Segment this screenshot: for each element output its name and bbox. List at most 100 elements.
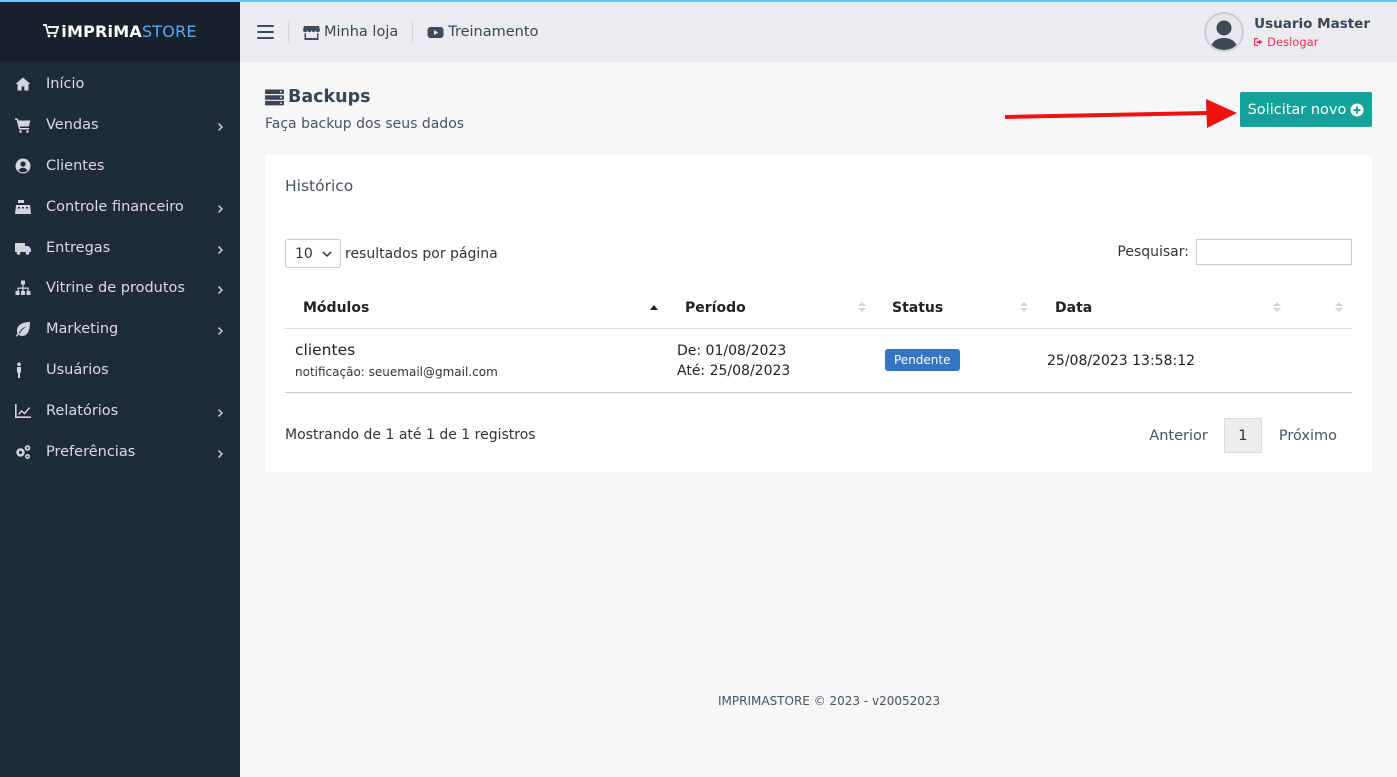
table-row: clientes notificação: seuemail@gmail.com…: [285, 329, 1352, 393]
logo-text-strong: iMPRiMA: [61, 21, 142, 41]
page-length-value: 10: [295, 245, 313, 262]
col-data[interactable]: Data: [1055, 300, 1092, 316]
cart-icon: [15, 117, 35, 133]
page-subtitle: Faça backup dos seus dados: [265, 116, 465, 132]
sidebar-item-controle-financeiro[interactable]: Controle financeiro: [0, 186, 240, 227]
cogs-icon: [15, 444, 35, 460]
top-bar: Minha loja Treinamento Usuario Master De…: [240, 2, 1397, 62]
cell-date: 25/08/2023 13:58:12: [1047, 353, 1196, 369]
pagination-prev[interactable]: Anterior: [1133, 418, 1224, 453]
divider: [288, 22, 289, 42]
minha-loja-label: Minha loja: [324, 24, 399, 40]
line-chart-icon: [15, 403, 35, 419]
module-name: clientes: [295, 341, 356, 359]
logout-label: Deslogar: [1267, 34, 1319, 49]
cell-module: clientes notificação: seuemail@gmail.com: [295, 341, 498, 379]
page-length-select[interactable]: 10: [285, 239, 341, 268]
solicitar-novo-button[interactable]: Solicitar novo: [1240, 92, 1372, 127]
module-note: notificação: seuemail@gmail.com: [295, 365, 498, 379]
search-input[interactable]: [1196, 239, 1352, 265]
logo-text-light: STORE: [141, 21, 197, 41]
sidebar-item-usuarios[interactable]: Usuários: [0, 350, 240, 391]
pagination: Anterior 1 Próximo: [1133, 418, 1352, 453]
sidebar-item-label: Marketing: [46, 321, 119, 338]
status-badge: Pendente: [885, 349, 960, 371]
footer-text: IMPRIMASTORE © 2023 - v20052023: [718, 694, 941, 708]
cell-period: De: 01/08/2023 Até: 25/08/2023: [677, 341, 790, 381]
leaf-icon: [15, 321, 35, 337]
pagination-page-1[interactable]: 1: [1223, 418, 1262, 453]
sidebar-item-relatorios[interactable]: Relatórios: [0, 390, 240, 431]
minha-loja-link[interactable]: Minha loja: [303, 24, 398, 40]
truck-icon: [15, 240, 35, 256]
server-icon: [265, 89, 284, 105]
sidebar: iMPRiMASTORE Início Vendas Clientes Cont…: [0, 0, 240, 777]
sidebar-item-label: Entregas: [46, 239, 111, 256]
col-modulos[interactable]: Módulos: [303, 300, 369, 316]
divider: [412, 22, 414, 42]
chevron-right-icon: [216, 120, 226, 132]
sidebar-item-preferencias[interactable]: Preferências: [0, 431, 240, 472]
logo[interactable]: iMPRiMASTORE: [0, 0, 240, 62]
card-title: Histórico: [285, 177, 354, 195]
period-to: Até: 25/08/2023: [677, 363, 791, 379]
sort-icon[interactable]: [1020, 301, 1028, 313]
chevron-right-icon: [216, 283, 226, 295]
top-accent-line: [0, 0, 1397, 2]
chevron-right-icon: [216, 243, 226, 254]
sidebar-item-vendas[interactable]: Vendas: [0, 105, 240, 146]
logout-link[interactable]: Deslogar: [1254, 35, 1370, 49]
sort-icon[interactable]: [858, 301, 866, 313]
treinamento-link[interactable]: Treinamento: [427, 24, 538, 40]
solicitar-novo-label: Solicitar novo: [1247, 101, 1347, 118]
avatar: [1204, 12, 1245, 52]
history-table: Módulos Período Status Data clientes not…: [285, 291, 1352, 393]
sidebar-item-label: Clientes: [46, 157, 105, 174]
sort-asc-icon[interactable]: [650, 301, 658, 313]
sidebar-item-vitrine-de-produtos[interactable]: Vitrine de produtos: [0, 268, 240, 309]
page-length-suffix: resultados por página: [345, 245, 498, 262]
sitemap-icon: [15, 280, 35, 296]
sort-icon[interactable]: [1335, 301, 1343, 313]
user-name: Usuario Master: [1254, 15, 1370, 32]
col-status[interactable]: Status: [892, 300, 943, 316]
person-icon: [15, 362, 35, 378]
user-menu[interactable]: Usuario Master Deslogar: [1204, 12, 1370, 52]
user-circle-icon: [15, 158, 35, 174]
pagination-next[interactable]: Próximo: [1262, 418, 1352, 453]
cart-logo-icon: [43, 24, 60, 38]
cash-register-icon: [15, 199, 35, 215]
chevron-right-icon: [216, 324, 226, 336]
col-periodo[interactable]: Período: [685, 300, 746, 316]
sign-out-icon: [1254, 37, 1263, 46]
page-length-control: 10 resultados por página: [285, 239, 498, 268]
sidebar-item-inicio[interactable]: Início: [0, 64, 240, 105]
sidebar-item-label: Vitrine de produtos: [46, 280, 185, 297]
plus-circle-icon: [1350, 103, 1364, 116]
sidebar-menu: Início Vendas Clientes Controle financei…: [0, 62, 240, 472]
sidebar-item-label: Relatórios: [46, 402, 119, 419]
sidebar-item-clientes[interactable]: Clientes: [0, 146, 240, 187]
table-header: Módulos Período Status Data: [285, 291, 1352, 329]
store-icon: [303, 25, 320, 40]
youtube-icon: [427, 26, 444, 38]
sidebar-item-marketing[interactable]: Marketing: [0, 309, 240, 350]
sort-icon[interactable]: [1273, 301, 1281, 313]
treinamento-label: Treinamento: [448, 24, 539, 40]
table-search: Pesquisar:: [1117, 239, 1352, 265]
sidebar-item-label: Início: [46, 76, 85, 93]
hamburger-menu-icon[interactable]: [257, 25, 274, 39]
sidebar-item-entregas[interactable]: Entregas: [0, 227, 240, 268]
page-title-text: Backups: [288, 87, 371, 107]
chevron-right-icon: [216, 447, 226, 458]
history-card: Histórico 10 resultados por página Pesqu…: [265, 155, 1372, 472]
page-title: Backups: [265, 87, 371, 107]
home-icon: [15, 76, 35, 92]
sidebar-item-label: Usuários: [46, 361, 109, 378]
chevron-right-icon: [216, 202, 226, 213]
period-from: De: 01/08/2023: [677, 343, 787, 359]
chevron-right-icon: [216, 406, 226, 417]
red-arrow-annotation: [1004, 99, 1237, 128]
sidebar-item-label: Controle financeiro: [46, 198, 184, 215]
user-silhouette-icon: [1210, 20, 1239, 50]
